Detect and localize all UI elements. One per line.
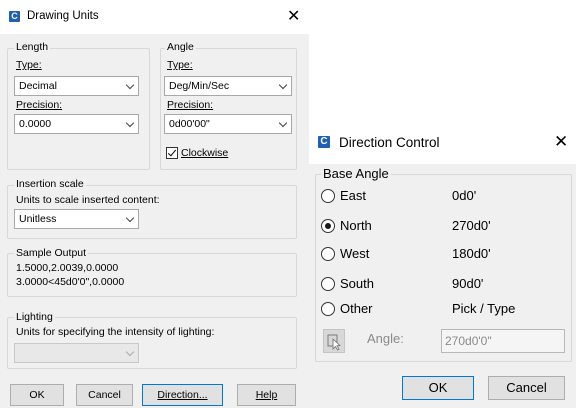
angle-type-select[interactable]: Deg/Min/Sec: [164, 76, 292, 96]
length-precision-label: Precision:: [16, 99, 63, 111]
base-angle-label: Base Angle: [321, 166, 391, 181]
angle-group-label: Angle: [165, 41, 196, 53]
option-north-label[interactable]: North: [340, 218, 372, 233]
sample-output-line-2: 3.0000<45d0'0",0.0000: [16, 276, 125, 288]
radio-west[interactable]: [321, 247, 335, 261]
radio-north[interactable]: [321, 219, 335, 233]
direction-control-dialog: C Direction Control ✕ Base Angle East 0d…: [309, 124, 576, 408]
length-type-label: Type:: [16, 59, 42, 71]
chevron-down-icon: [278, 80, 288, 90]
pick-point-icon: [327, 334, 342, 351]
insertion-scale-desc: Units to scale inserted content:: [16, 194, 160, 206]
angle-type-label: Type:: [167, 59, 193, 71]
radio-south[interactable]: [321, 277, 335, 291]
direction-control-titlebar: C Direction Control ✕: [309, 124, 576, 164]
option-west-value: 180d0': [452, 246, 491, 261]
app-icon: C: [318, 136, 330, 148]
length-precision-value: 0.0000: [19, 118, 52, 130]
cancel-button[interactable]: Cancel: [488, 376, 565, 400]
option-south-label[interactable]: South: [340, 276, 374, 291]
radio-east[interactable]: [321, 189, 335, 203]
radio-selected-dot: [325, 223, 331, 229]
drawing-units-title: Drawing Units: [27, 10, 99, 22]
angle-precision-select[interactable]: 0d00'00": [164, 114, 292, 134]
help-button[interactable]: Help: [237, 384, 296, 406]
length-type-select[interactable]: Decimal: [14, 76, 139, 96]
close-icon[interactable]: ✕: [554, 133, 568, 150]
sample-output-label: Sample Output: [14, 247, 89, 259]
option-east-value: 0d0': [452, 188, 477, 203]
lighting-desc: Units for specifying the intensity of li…: [16, 326, 215, 338]
chevron-down-icon: [125, 80, 135, 90]
radio-other[interactable]: [321, 302, 335, 316]
sample-output-line-1: 1.5000,2.0039,0.0000: [16, 262, 119, 274]
option-north-value: 270d0': [452, 218, 491, 233]
angle-type-value: Deg/Min/Sec: [169, 80, 230, 92]
option-other-label[interactable]: Other: [340, 301, 373, 316]
close-icon[interactable]: ✕: [287, 9, 300, 25]
pick-angle-button: [323, 329, 345, 353]
direction-control-title: Direction Control: [339, 135, 440, 150]
checkmark-icon: [167, 147, 177, 157]
chevron-down-icon: [278, 118, 288, 128]
insertion-scale-label: Insertion scale: [14, 178, 86, 190]
angle-precision-value: 0d00'00": [169, 118, 210, 130]
ok-button[interactable]: OK: [10, 384, 64, 406]
lighting-group-label: Lighting: [14, 311, 55, 323]
clockwise-checkbox[interactable]: [166, 147, 178, 159]
clockwise-label[interactable]: Clockwise: [181, 147, 228, 159]
sample-output-group: [7, 253, 297, 297]
lighting-units-select: [14, 343, 139, 363]
length-type-value: Decimal: [19, 80, 57, 92]
angle-label: Angle:: [367, 331, 404, 346]
angle-precision-label: Precision:: [167, 99, 214, 111]
direction-button[interactable]: Direction...: [142, 384, 223, 406]
cancel-button[interactable]: Cancel: [76, 384, 133, 406]
chevron-down-icon: [125, 213, 135, 223]
option-west-label[interactable]: West: [340, 246, 369, 261]
option-east-label[interactable]: East: [340, 188, 366, 203]
insertion-units-select[interactable]: Unitless: [14, 209, 139, 229]
drawing-units-titlebar: C Drawing Units ✕: [0, 0, 309, 34]
insertion-units-value: Unitless: [19, 213, 57, 225]
option-south-value: 90d0': [452, 276, 484, 291]
length-group-label: Length: [14, 41, 51, 53]
angle-input: 270d0'0": [441, 329, 565, 353]
length-precision-select[interactable]: 0.0000: [14, 114, 139, 134]
chevron-down-icon: [125, 347, 135, 357]
ok-button[interactable]: OK: [402, 376, 474, 400]
option-other-value: Pick / Type: [452, 301, 516, 316]
chevron-down-icon: [125, 118, 135, 128]
app-icon: C: [9, 11, 20, 22]
drawing-units-dialog: C Drawing Units ✕ Length Type: Decimal P…: [0, 0, 309, 408]
